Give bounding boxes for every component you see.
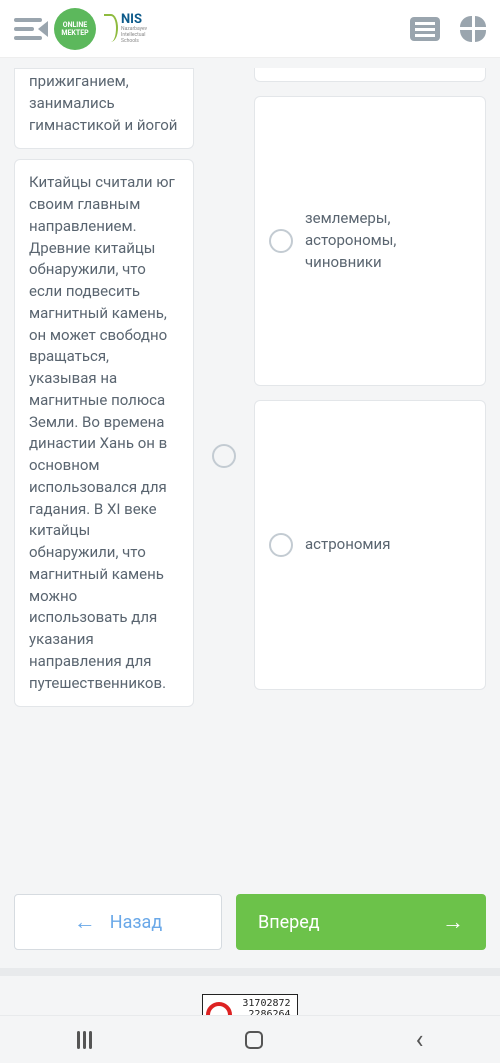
app-header: ONLINE MEKTEP NIS Nazarbayev Intellectua… — [0, 0, 500, 58]
back-button[interactable]: ← Назад — [14, 894, 222, 950]
left-item-0-text: прижиганием, занимались гимнастикой и йо… — [29, 72, 177, 134]
matching-columns: прижиганием, занимались гимнастикой и йо… — [14, 68, 486, 707]
left-item-0[interactable]: прижиганием, занимались гимнастикой и йо… — [14, 68, 194, 149]
menu-collapse-icon[interactable] — [14, 18, 42, 40]
arrow-right-icon: → — [442, 909, 464, 935]
middle-radio-column — [208, 68, 240, 468]
nis-sub2: Intellectual — [121, 32, 147, 38]
right-item-1[interactable]: астрономия — [254, 400, 486, 690]
match-radio-right-1[interactable] — [269, 533, 293, 557]
match-radio-right-0[interactable] — [269, 229, 293, 253]
header-left: ONLINE MEKTEP NIS Nazarbayev Intellectua… — [14, 8, 147, 50]
right-item-prev-tail — [254, 68, 486, 82]
online-mektep-logo[interactable]: ONLINE MEKTEP — [54, 8, 96, 50]
system-navigation-bar: ‹ — [0, 1015, 500, 1063]
navigation-buttons: ← Назад Вперед → — [0, 894, 500, 950]
language-globe-icon[interactable] — [460, 16, 486, 42]
logo-text-top: ONLINE — [63, 21, 87, 29]
match-radio-left-1[interactable] — [212, 444, 236, 468]
system-recent-icon[interactable] — [77, 1031, 92, 1049]
content-area: прижиганием, занимались гимнастикой и йо… — [0, 58, 500, 888]
back-button-label: Назад — [110, 912, 162, 933]
right-item-0-text: землемеры, асторономы, чиновники — [305, 208, 471, 273]
right-item-1-text: астрономия — [305, 534, 390, 556]
system-home-icon[interactable] — [245, 1031, 263, 1049]
forward-button-label: Вперед — [258, 912, 320, 933]
nis-sub1: Nazarbayev — [121, 26, 147, 32]
section-divider — [0, 968, 500, 976]
nis-swoosh-icon — [104, 14, 118, 42]
logo-text-bottom: MEKTEP — [61, 29, 88, 37]
nis-label: NIS — [121, 14, 147, 26]
system-back-icon[interactable]: ‹ — [416, 1025, 424, 1055]
left-item-1[interactable]: Китайцы считали юг своим главным направл… — [14, 159, 194, 707]
nis-sub3: Schools — [121, 38, 147, 44]
right-item-0[interactable]: землемеры, асторономы, чиновники — [254, 96, 486, 386]
arrow-left-icon: ← — [74, 909, 96, 935]
nis-logo: NIS Nazarbayev Intellectual Schools — [104, 14, 147, 44]
stamp-n1: 31702872 — [240, 998, 290, 1009]
right-column: землемеры, асторономы, чиновники астроно… — [254, 68, 486, 690]
left-item-1-text: Китайцы считали юг своим главным направл… — [29, 173, 175, 691]
list-icon[interactable] — [410, 17, 440, 41]
left-column: прижиганием, занимались гимнастикой и йо… — [14, 68, 194, 707]
forward-button[interactable]: Вперед → — [236, 894, 486, 950]
header-right — [410, 16, 486, 42]
